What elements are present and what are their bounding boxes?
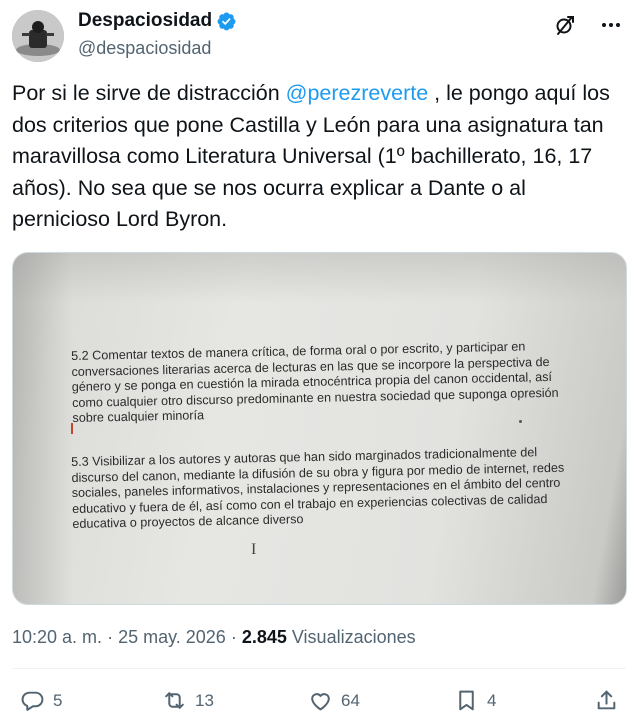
verified-badge-icon [216, 11, 237, 32]
photo-shadow [13, 253, 73, 604]
photo-paragraph-2: 5.3 Visibilizar a los autores y autoras … [71, 445, 565, 531]
bookmark-icon [454, 688, 479, 713]
author-name-row[interactable]: Despaciosidad [78, 10, 237, 32]
like-button[interactable]: 64 [308, 688, 360, 713]
photo-dot [519, 420, 522, 423]
views-label: Visualizaciones [291, 627, 416, 647]
reply-button[interactable]: 5 [20, 688, 62, 713]
author-avatar[interactable] [12, 10, 64, 62]
text-cursor-icon: I [251, 541, 257, 558]
bookmark-button[interactable]: 4 [454, 688, 496, 713]
heart-icon [308, 688, 333, 713]
photo-red-mark [71, 423, 73, 434]
bookmark-count: 4 [487, 690, 497, 710]
reply-count: 5 [53, 690, 63, 710]
share-button[interactable] [594, 688, 619, 713]
views-count: 2.845 [241, 627, 287, 647]
author-handle[interactable]: @despaciosidad [78, 38, 211, 59]
tweet-text-start: Por si le sirve de distracción [12, 81, 286, 105]
grok-icon[interactable] [550, 10, 580, 40]
tweet-media-photo[interactable]: 5.2 Comentar textos de manera crítica, d… [12, 252, 627, 605]
actions-divider [12, 668, 626, 669]
like-count: 64 [341, 690, 360, 710]
repost-count: 13 [195, 690, 214, 710]
tweet-header: Despaciosidad @despaciosidad [12, 6, 626, 66]
reply-icon [20, 688, 45, 713]
photo-paragraph-1: 5.2 Comentar textos de manera crítica, d… [71, 339, 559, 425]
photo-shadow-top [13, 253, 626, 303]
header-actions [550, 10, 626, 40]
tweet-actions-bar: 5 13 64 4 [12, 688, 626, 722]
share-icon [594, 688, 619, 713]
meta-separator: · [102, 627, 119, 647]
repost-button[interactable]: 13 [162, 688, 214, 713]
repost-icon [162, 688, 187, 713]
avatar-image [12, 10, 64, 62]
tweet-text: Por si le sirve de distracción @perezrev… [12, 78, 628, 236]
tweet-meta: 10:20 a. m. · 25 may. 2026 · 2.845 Visua… [12, 627, 416, 648]
meta-separator-2: · [225, 627, 242, 647]
tweet-time[interactable]: 10:20 a. m. [12, 627, 102, 647]
mention-link[interactable]: @perezreverte [286, 81, 429, 105]
author-display-name[interactable]: Despaciosidad [78, 10, 212, 32]
more-icon[interactable] [596, 10, 626, 40]
tweet-date[interactable]: 25 may. 2026 [118, 627, 226, 647]
